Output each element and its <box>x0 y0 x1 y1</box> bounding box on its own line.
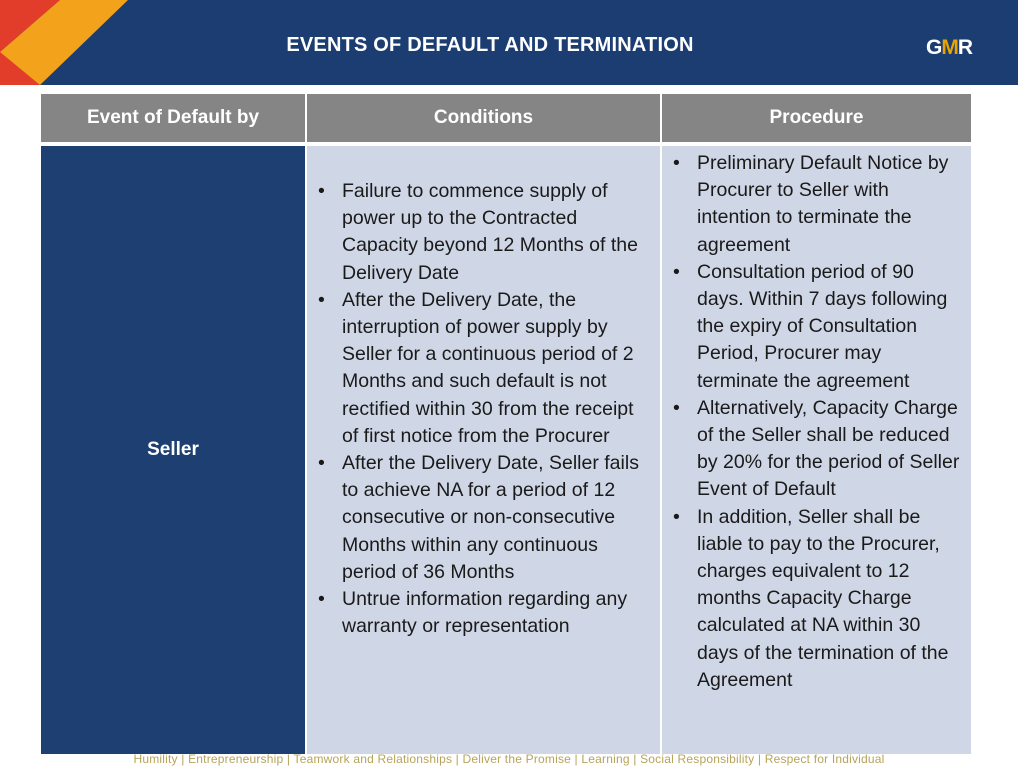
list-item: Failure to commence supply of power up t… <box>318 178 653 287</box>
footer-values: Humility | Entrepreneurship | Teamwork a… <box>133 752 885 766</box>
list-item: After the Delivery Date, Seller fails to… <box>318 450 653 586</box>
brand-letter: G <box>926 36 942 59</box>
list-item: Untrue information regarding any warrant… <box>318 586 653 640</box>
conditions-cell: Failure to commence supply of power up t… <box>306 146 662 754</box>
list-item: Consultation period of 90 days. Within 7… <box>673 259 964 395</box>
list-item: Alternatively, Capacity Charge of the Se… <box>673 395 964 504</box>
conditions-list: Failure to commence supply of power up t… <box>308 178 659 640</box>
column-header: Procedure <box>661 94 971 142</box>
brand-logo: GMR <box>926 36 973 60</box>
events-table: Event of Default by Conditions Procedure… <box>41 94 971 754</box>
column-header: Event of Default by <box>41 94 307 142</box>
page-title: EVENTS OF DEFAULT AND TERMINATION <box>286 34 694 56</box>
table-row: Seller Failure to commence supply of pow… <box>41 146 971 754</box>
brand-letter: M <box>941 36 958 59</box>
column-header: Conditions <box>306 94 662 142</box>
list-item: After the Delivery Date, the interruptio… <box>318 287 653 450</box>
procedure-list: Preliminary Default Notice by Procurer t… <box>663 150 970 694</box>
header-bar: EVENTS OF DEFAULT AND TERMINATION GMR <box>0 0 1018 85</box>
list-item: Preliminary Default Notice by Procurer t… <box>673 150 964 259</box>
procedure-cell: Preliminary Default Notice by Procurer t… <box>661 146 971 754</box>
party-cell: Seller <box>41 146 307 754</box>
brand-letter: R <box>957 36 973 59</box>
list-item: In addition, Seller shall be liable to p… <box>673 504 964 694</box>
table-header-row: Event of Default by Conditions Procedure <box>41 94 971 142</box>
